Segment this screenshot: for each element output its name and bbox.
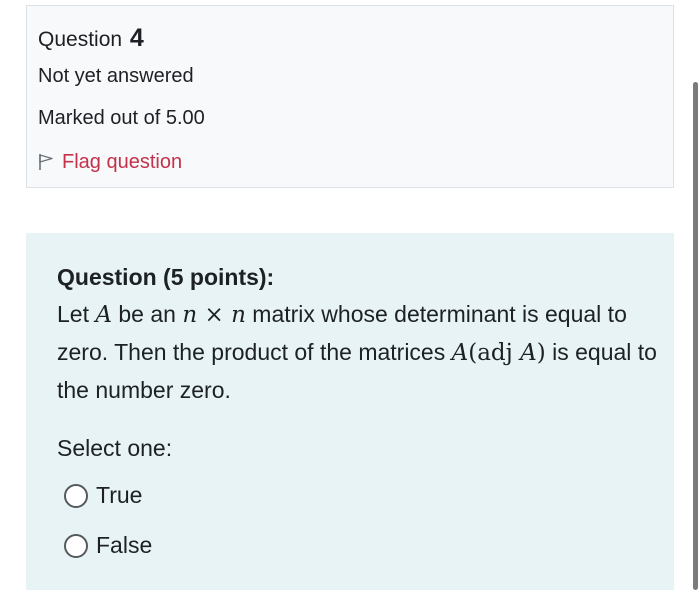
math-adj-open: (adj (468, 340, 521, 366)
radio-button[interactable] (64, 483, 88, 508)
math-var-a: A (520, 340, 537, 366)
math-times: × (197, 302, 232, 328)
question-title: Question (5 points): (57, 264, 275, 290)
qtext-part: be an (112, 301, 183, 327)
math-var-n: n (182, 302, 198, 328)
math-var-a: A (451, 340, 469, 366)
radio-button[interactable] (64, 533, 88, 558)
qtext-part: Let (57, 301, 96, 327)
answer-option-true[interactable]: True (64, 482, 142, 509)
math-var-a: A (95, 302, 112, 328)
question-heading: Question 4 (38, 24, 144, 53)
flag-question-link[interactable]: Flag question (38, 149, 182, 175)
question-content: Question (5 points): Let A be an n × n m… (26, 233, 674, 590)
question-text: Question (5 points): Let A be an n × n m… (57, 259, 657, 409)
answer-label: False (96, 532, 153, 558)
flag-question-label: Flag question (62, 150, 183, 173)
math-var-n: n (231, 302, 246, 328)
question-number: 4 (129, 24, 144, 52)
answer-option-false[interactable]: False (64, 532, 152, 559)
select-one-prompt: Select one: (57, 435, 173, 461)
question-info-panel: Question 4 Not yet answered Marked out o… (26, 5, 674, 188)
flag-icon (39, 154, 53, 170)
question-state: Not yet answered (38, 65, 194, 87)
question-label: Question (38, 28, 123, 51)
question-grade: Marked out of 5.00 (38, 107, 205, 129)
scrollbar[interactable] (693, 82, 698, 590)
math-close-paren: ) (536, 340, 546, 366)
answer-label: True (96, 482, 143, 508)
